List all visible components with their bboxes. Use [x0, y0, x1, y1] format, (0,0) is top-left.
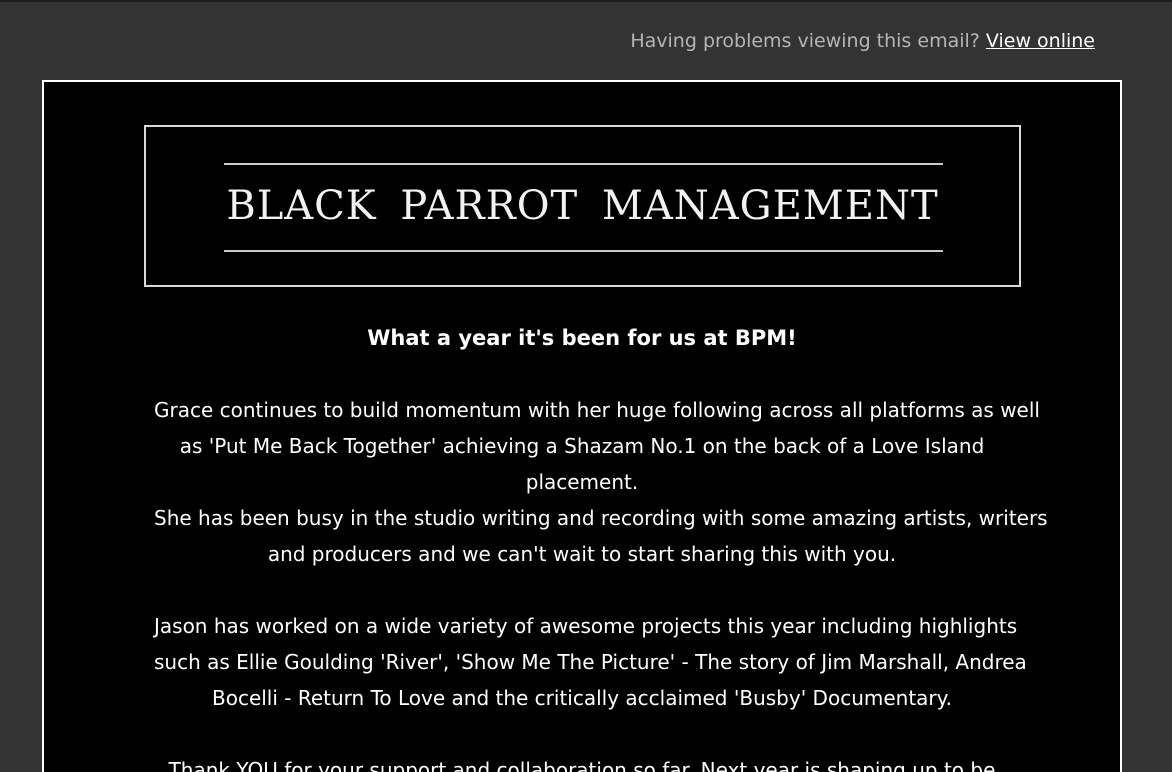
paragraph-line: Bocelli - Return To Love and the critica… [211, 686, 952, 710]
headline: What a year it's been for us at BPM! [367, 326, 797, 350]
paragraph-line: She has been busy in the studio writing … [154, 506, 1048, 530]
newsletter-content: What a year it's been for us at BPM! Gra… [44, 320, 1120, 772]
paragraph-line: Grace continues to build momentum with h… [154, 398, 1040, 422]
logo-banner: BLACK PARROT MANAGEMENT [144, 125, 1021, 287]
view-online-link[interactable]: View online [986, 30, 1095, 52]
paragraph-line: Thank YOU for your support and collabora… [168, 758, 996, 772]
logo-wordmark: BLACK PARROT MANAGEMENT [226, 183, 939, 229]
logo-bottom-rule [224, 250, 943, 252]
paragraph-line: placement. [525, 470, 639, 494]
paragraph-line: and producers and we can't wait to start… [267, 542, 897, 566]
logo-top-rule [224, 163, 943, 165]
paragraph-grace: Grace continues to build momentum with h… [44, 392, 1120, 572]
preheader: Having problems viewing this email? View… [630, 27, 1095, 55]
paragraph-thanks: Thank YOU for your support and collabora… [44, 752, 1120, 772]
preheader-text: Having problems viewing this email? [630, 30, 980, 52]
paragraph-line: Jason has worked on a wide variety of aw… [154, 614, 1018, 638]
paragraph-jason: Jason has worked on a wide variety of aw… [44, 608, 1120, 716]
paragraph-line: such as Ellie Goulding 'River', 'Show Me… [154, 650, 1027, 674]
paragraph-line: as 'Put Me Back Together' achieving a Sh… [179, 434, 985, 458]
email-body: BLACK PARROT MANAGEMENT What a year it's… [42, 80, 1122, 772]
window-top-edge [0, 0, 1172, 2]
